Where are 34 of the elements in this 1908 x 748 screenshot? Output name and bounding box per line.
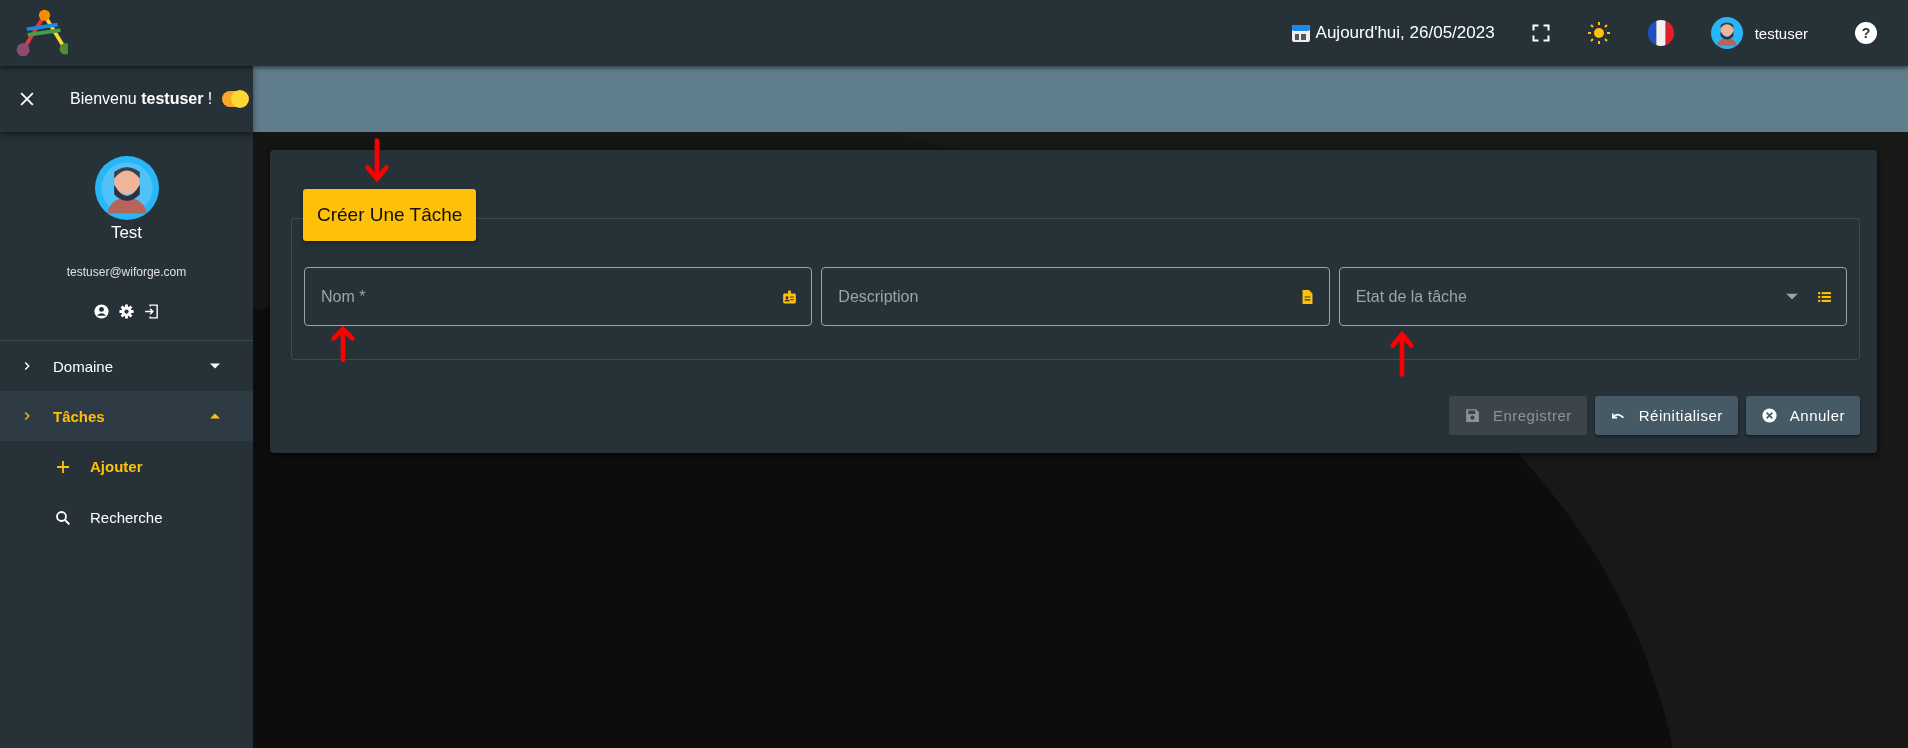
profile-email: testuser@wiforge.com [66,265,187,279]
annotation-arrow [329,325,357,363]
sun-icon[interactable] [1586,21,1611,45]
dropdown-caret-icon [1786,293,1798,300]
cancel-button[interactable]: Annuler [1745,396,1860,435]
flag-icon[interactable] [1646,19,1675,47]
cancel-icon [1760,407,1778,424]
toggle-switch[interactable] [222,91,248,107]
input-field[interactable]: Nom * [304,267,813,326]
save-icon [1463,407,1481,424]
account-icon[interactable] [93,303,110,320]
select-field[interactable]: Etat de la tâche [1338,267,1847,326]
search-icon [54,508,72,527]
form-title: Créer Une Tâche [303,189,477,241]
profile-name: Test [110,223,143,243]
annotation-arrow [1388,330,1416,378]
avatar [94,156,159,220]
greeting-text: Bienvenu testuser ! [70,90,214,108]
submenu-item[interactable]: Recherche [0,492,253,543]
reset-button[interactable]: Réinitialiser [1594,396,1738,435]
fullscreen-icon[interactable] [1530,23,1551,43]
avatar[interactable] [1710,17,1743,49]
date-text: Aujourd'hui, 26/05/2023 [1315,23,1495,43]
id-badge-icon [781,288,799,305]
calendar-icon [1290,23,1311,43]
annotation-arrow [363,137,391,185]
settings-icon[interactable] [118,303,135,320]
input-field[interactable]: Description [821,267,1330,326]
logout-icon[interactable] [143,303,160,320]
submenu-item[interactable]: Ajouter [0,441,253,492]
menu-item[interactable]: Domaine [0,341,253,391]
help-icon[interactable]: ? [1854,21,1878,45]
menu-item[interactable]: Tâches [0,391,253,441]
username[interactable]: testuser [1754,24,1808,42]
